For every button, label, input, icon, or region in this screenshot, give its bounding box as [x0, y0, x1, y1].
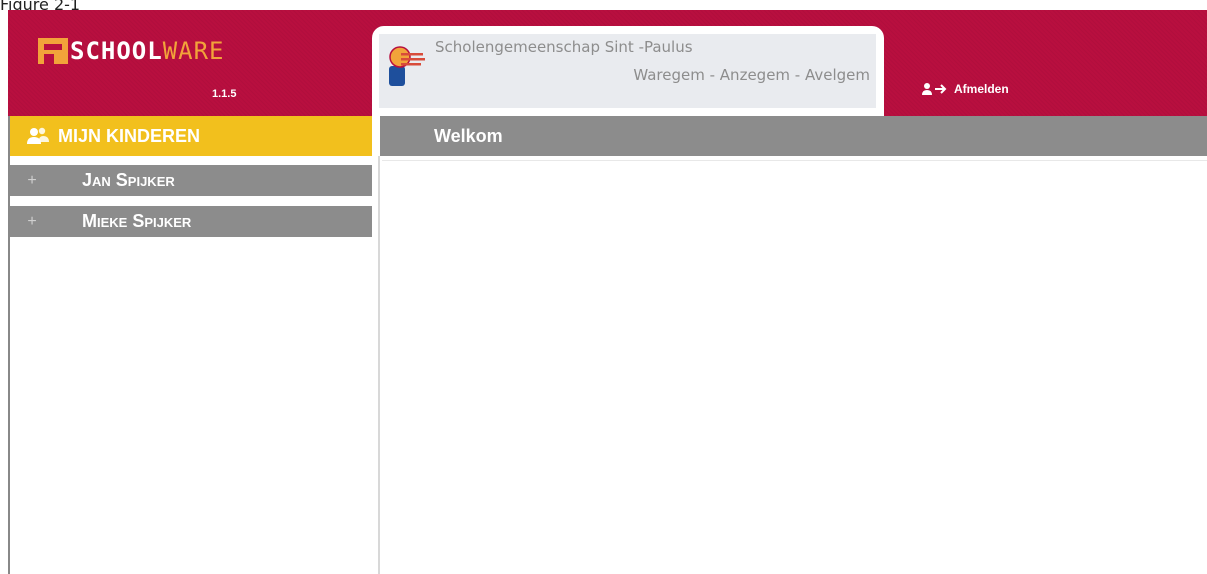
- sidebar-header[interactable]: MIJN KINDEREN: [10, 116, 372, 156]
- school-info: Scholengemeenschap Sint -Paulus Waregem …: [379, 34, 876, 108]
- logo-text: SCHOOLWARE: [70, 38, 225, 64]
- logout-button[interactable]: Afmelden: [922, 82, 1009, 96]
- content-area: [382, 160, 1207, 169]
- schoolware-logo-icon: [38, 38, 68, 64]
- content-divider: [378, 156, 380, 574]
- school-name: Scholengemeenschap Sint -Paulus: [435, 38, 693, 56]
- plus-icon[interactable]: +: [2, 213, 62, 231]
- users-group-icon: [26, 127, 50, 145]
- schoolware-logo[interactable]: SCHOOLWARE: [38, 36, 225, 66]
- child-name: Jan Spijker: [82, 170, 175, 190]
- school-location: Waregem - Anzegem - Avelgem: [633, 66, 870, 84]
- logo-word-ware: WARE: [162, 37, 225, 65]
- sidebar-title: MIJN KINDEREN: [58, 125, 201, 146]
- sidebar-child-jan-spijker[interactable]: + Jan Spijker: [10, 165, 372, 196]
- logo-word-school: SCHOOL: [70, 37, 163, 65]
- school-tab: Scholengemeenschap Sint -Paulus Waregem …: [372, 26, 884, 118]
- logout-label: Afmelden: [954, 82, 1009, 96]
- plus-icon[interactable]: +: [2, 172, 62, 190]
- app-version: 1.1.5: [212, 88, 237, 100]
- page-title: Welkom: [434, 125, 503, 146]
- content-header: Welkom: [380, 116, 1207, 156]
- logout-user-arrow-icon: [922, 83, 947, 95]
- child-name: Mieke Spijker: [82, 211, 192, 231]
- school-crest-icon: [389, 46, 425, 86]
- sidebar-child-mieke-spijker[interactable]: + Mieke Spijker: [10, 206, 372, 237]
